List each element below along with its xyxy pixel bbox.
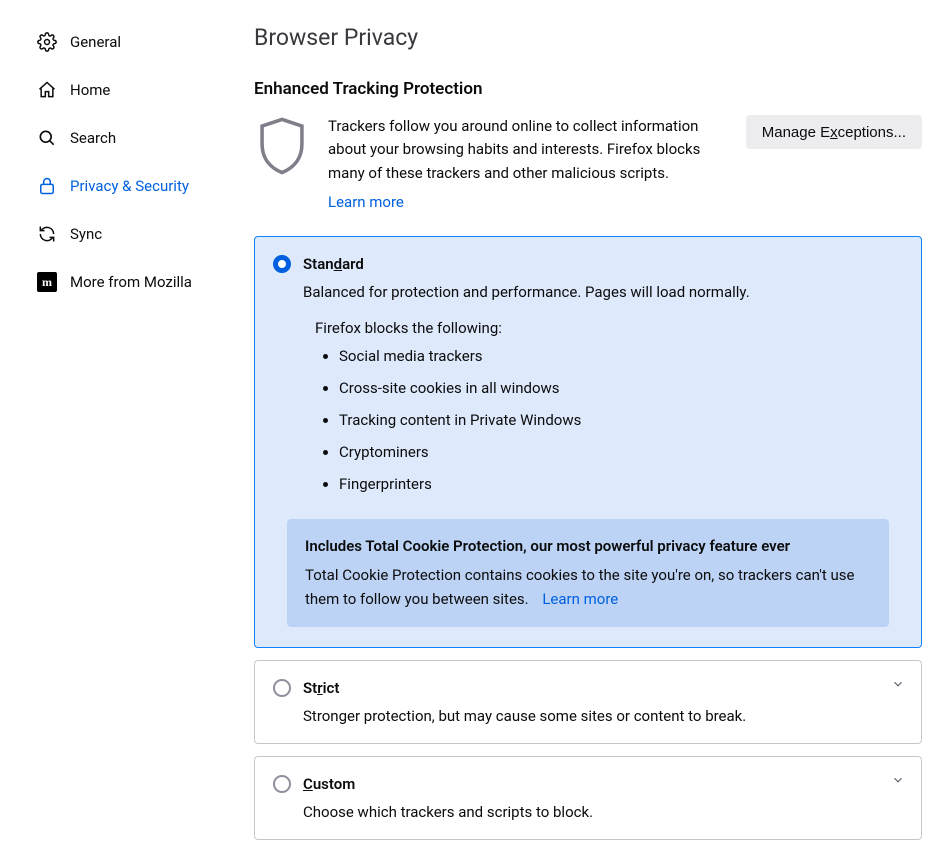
sidebar-item-mozilla[interactable]: m More from Mozilla	[8, 258, 230, 306]
sidebar-item-label: Home	[70, 81, 110, 99]
sidebar-item-label: General	[70, 33, 121, 51]
option-header: Custom	[273, 775, 903, 793]
sidebar-item-general[interactable]: General	[8, 18, 230, 66]
option-desc: Choose which trackers and scripts to blo…	[303, 803, 903, 821]
option-strict[interactable]: Strict Stronger protection, but may caus…	[254, 660, 922, 744]
sidebar-item-privacy[interactable]: Privacy & Security	[8, 162, 230, 210]
sidebar-item-label: More from Mozilla	[70, 273, 192, 291]
callout-title: Includes Total Cookie Protection, our mo…	[305, 535, 871, 558]
chevron-down-icon[interactable]	[891, 677, 907, 693]
list-item: Fingerprinters	[339, 475, 903, 493]
option-custom[interactable]: Custom Choose which trackers and scripts…	[254, 756, 922, 840]
shield-icon	[254, 115, 310, 181]
option-standard[interactable]: Standard Balanced for protection and per…	[254, 236, 922, 648]
blocks-list: Social media trackers Cross-site cookies…	[339, 347, 903, 493]
page-title: Browser Privacy	[254, 24, 922, 51]
option-title: Strict	[303, 679, 339, 697]
intro-row: Trackers follow you around online to col…	[254, 115, 922, 214]
sidebar-item-label: Search	[70, 129, 116, 147]
option-header: Standard	[273, 255, 903, 273]
blocks-heading: Firefox blocks the following:	[315, 319, 903, 337]
list-item: Tracking content in Private Windows	[339, 411, 903, 429]
list-item: Social media trackers	[339, 347, 903, 365]
home-icon	[36, 79, 58, 101]
callout-learn-more-link[interactable]: Learn more	[542, 590, 618, 608]
manage-exceptions-button[interactable]: Manage Exceptions...	[746, 115, 922, 149]
sidebar-item-sync[interactable]: Sync	[8, 210, 230, 258]
lock-icon	[36, 175, 58, 197]
option-title: Custom	[303, 775, 355, 793]
learn-more-link[interactable]: Learn more	[328, 191, 404, 214]
option-desc: Stronger protection, but may cause some …	[303, 707, 903, 725]
mozilla-icon: m	[36, 271, 58, 293]
sidebar-item-search[interactable]: Search	[8, 114, 230, 162]
option-title: Standard	[303, 255, 364, 273]
option-desc: Balanced for protection and performance.…	[303, 283, 903, 301]
gear-icon	[36, 31, 58, 53]
chevron-down-icon[interactable]	[891, 773, 907, 789]
sidebar-item-label: Sync	[70, 225, 102, 243]
callout-box: Includes Total Cookie Protection, our mo…	[287, 519, 889, 627]
option-header: Strict	[273, 679, 903, 697]
intro-text: Trackers follow you around online to col…	[328, 115, 728, 214]
radio-strict[interactable]	[273, 679, 291, 697]
radio-standard[interactable]	[273, 255, 291, 273]
list-item: Cryptominers	[339, 443, 903, 461]
intro-description: Trackers follow you around online to col…	[328, 117, 700, 182]
main-content: Browser Privacy Enhanced Tracking Protec…	[230, 0, 946, 849]
sync-icon	[36, 223, 58, 245]
sidebar-item-home[interactable]: Home	[8, 66, 230, 114]
radio-custom[interactable]	[273, 775, 291, 793]
sidebar-item-label: Privacy & Security	[70, 177, 189, 195]
sidebar: General Home Search Privacy & Security S…	[0, 0, 230, 849]
search-icon	[36, 127, 58, 149]
list-item: Cross-site cookies in all windows	[339, 379, 903, 397]
section-title: Enhanced Tracking Protection	[254, 79, 922, 99]
